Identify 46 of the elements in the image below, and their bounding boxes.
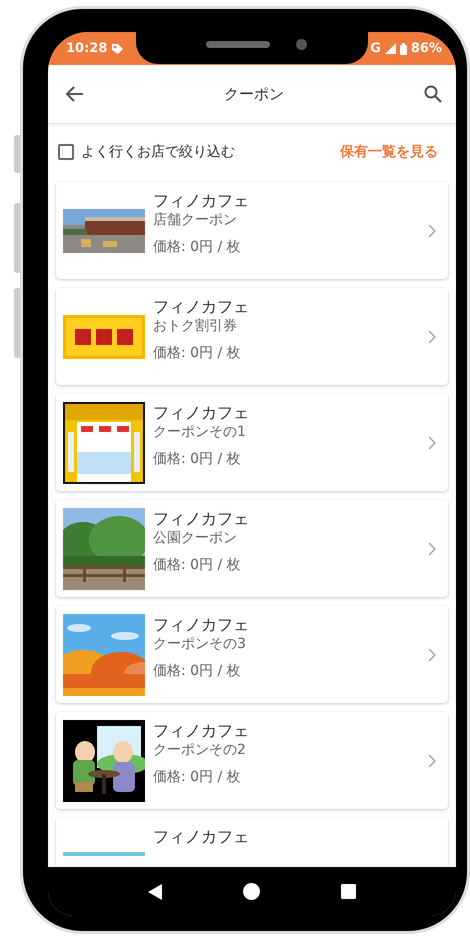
battery-percent: 86% [410,41,442,56]
coupon-name: 店舗クーポン [153,211,238,229]
status-time: 10:28 [66,41,108,56]
coupon-name: クーポンその2 [153,741,247,759]
chevron-right-icon [428,436,436,450]
coupon-name: 公園クーポン [153,529,238,547]
signal-icon [384,43,396,54]
coupon-name: おトク割引券 [153,317,238,335]
checkbox-label: よく行くお店で絞り込む [81,143,235,161]
chevron-right-icon [428,330,436,344]
price-text: 価格: 0円 / 枚 [153,556,242,574]
price-text: 価格: 0円 / 枚 [153,662,242,680]
price-text: 価格: 0円 / 枚 [153,450,242,468]
recents-button[interactable] [338,882,358,901]
back-button[interactable] [64,84,86,104]
coupon-card[interactable]: フィノカフェ 公園クーポン 価格: 0円 / 枚 [56,500,448,597]
battery-icon [400,42,407,54]
shop-name: フィノカフェ [153,615,250,635]
chevron-right-icon [428,224,436,238]
coupon-card[interactable]: フィノカフェ クーポンその1 価格: 0円 / 枚 [56,394,448,491]
home-button[interactable] [240,881,262,902]
coupon-card[interactable]: フィノカフェ おトク割引券 価格: 0円 / 枚 [56,288,448,385]
shop-name: フィノカフェ [153,721,250,741]
chevron-right-icon [428,542,436,556]
price-text: 価格: 0円 / 枚 [153,238,242,256]
shop-name: フィノカフェ [153,403,250,423]
coupon-card[interactable]: フィノカフェ クーポンその3 価格: 0円 / 枚 [56,606,448,703]
shop-name: フィノカフェ [153,827,250,847]
coupon-card[interactable]: フィノカフェ [56,818,448,867]
shop-name: フィノカフェ [153,191,250,211]
coupon-card[interactable]: フィノカフェ クーポンその2 価格: 0円 / 枚 [56,712,448,809]
checkbox[interactable] [58,144,74,160]
back-nav-button[interactable] [146,882,164,902]
tag-icon [111,42,124,54]
coupon-name: クーポンその3 [153,635,247,653]
coupon-card[interactable]: フィノカフェ 店舗クーポン 価格: 0円 / 枚 [56,182,448,279]
shop-name: フィノカフェ [153,297,250,317]
page-title: クーポン [223,84,285,104]
coupon-name: クーポンその1 [153,423,247,441]
price-text: 価格: 0円 / 枚 [153,768,242,786]
chevron-right-icon [428,648,436,662]
search-button[interactable] [422,83,444,105]
shop-name: フィノカフェ [153,509,250,529]
price-text: 価格: 0円 / 枚 [153,344,242,362]
network-label: G [370,41,381,56]
chevron-right-icon [428,754,436,768]
